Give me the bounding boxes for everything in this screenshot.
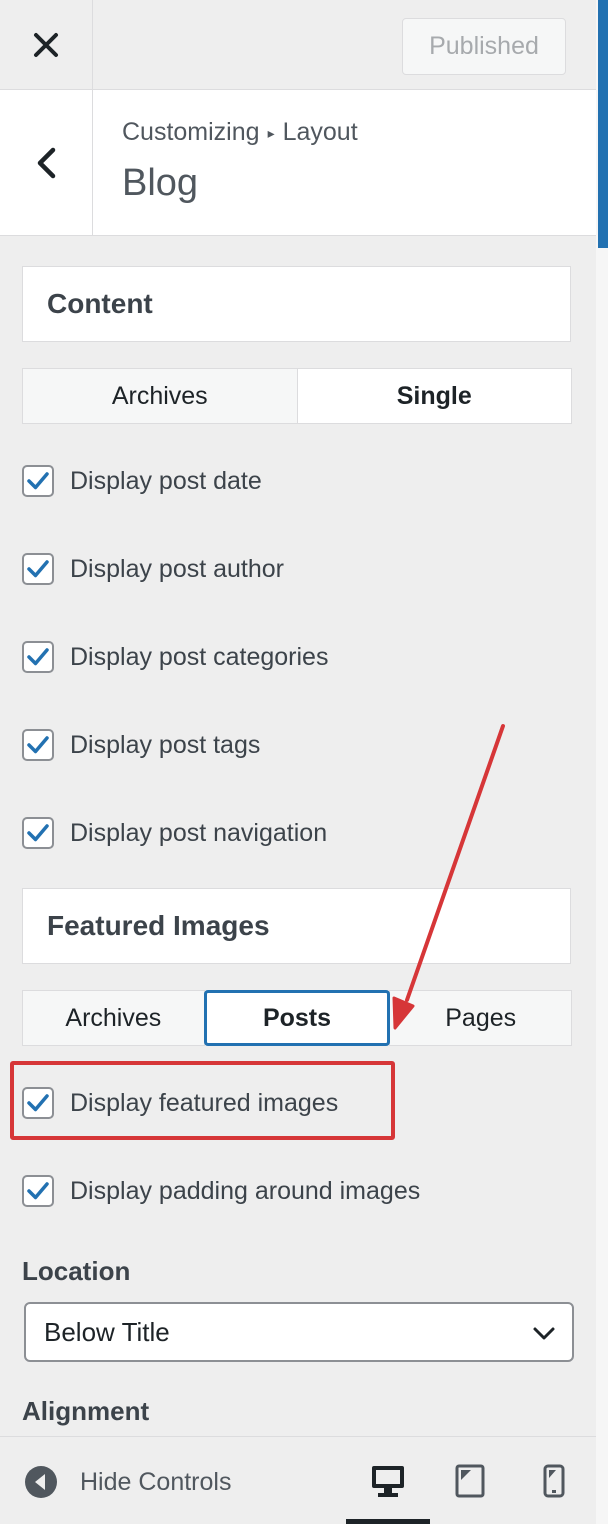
post-navigation-checkbox[interactable] [22,817,54,849]
checkbox-row-post-date[interactable]: Display post date [22,464,262,498]
checkbox-check-icon [27,824,49,842]
scrollbar-thumb[interactable] [598,0,608,248]
post-categories-checkbox[interactable] [22,641,54,673]
checkbox-check-icon [27,648,49,666]
location-select[interactable]: Below Title [24,1302,574,1362]
post-author-label: Display post author [70,554,285,583]
close-icon [34,33,58,57]
customizer-topbar: Published [0,0,596,90]
tab-content-archives[interactable]: Archives [22,368,298,424]
back-button[interactable] [0,90,93,235]
content-section-title: Content [22,266,571,342]
alignment-label: Alignment [22,1396,150,1426]
location-selected-value: Below Title [44,1316,170,1347]
chevron-down-icon [533,1327,555,1340]
hide-controls-label: Hide Controls [80,1467,232,1496]
post-tags-checkbox[interactable] [22,729,54,761]
checkbox-row-post-tags[interactable]: Display post tags [22,728,260,762]
checkbox-row-post-author[interactable]: Display post author [22,552,284,586]
breadcrumb-root: Customizing [122,118,260,146]
page-title: Blog [122,162,199,204]
breadcrumb: Customizing ▸ Layout [122,118,358,147]
breadcrumb-current: Layout [282,118,358,146]
annotation-highlight-box [10,1061,395,1140]
featured-images-tabs: Archives Posts Pages [22,990,573,1046]
desktop-icon [372,1466,404,1497]
published-button[interactable]: Published [402,18,566,75]
collapse-arrow-icon [25,1466,57,1498]
post-tags-label: Display post tags [70,730,261,759]
checkbox-row-image-padding[interactable]: Display padding around images [22,1174,420,1208]
mobile-icon [543,1464,565,1498]
image-padding-label: Display padding around images [70,1176,421,1205]
post-author-checkbox[interactable] [22,553,54,585]
post-date-checkbox[interactable] [22,465,54,497]
tab-content-single[interactable]: Single [296,368,572,424]
mobile-preview-button[interactable] [534,1461,574,1501]
section-header: Customizing ▸ Layout Blog [0,90,596,236]
tab-featured-archives[interactable]: Archives [22,990,205,1046]
active-device-indicator [346,1519,430,1524]
breadcrumb-separator: ▸ [267,124,275,141]
tablet-icon [455,1464,485,1498]
chevron-left-icon [37,147,56,178]
checkbox-row-post-navigation[interactable]: Display post navigation [22,816,327,850]
hide-controls-button[interactable]: Hide Controls [24,1465,231,1499]
checkbox-check-icon [27,1182,49,1200]
post-date-label: Display post date [70,466,262,495]
tab-featured-posts[interactable]: Posts [203,990,391,1046]
post-navigation-label: Display post navigation [70,818,328,847]
image-padding-checkbox[interactable] [22,1175,54,1207]
desktop-preview-button[interactable] [368,1461,408,1501]
checkbox-check-icon [27,736,49,754]
content-tabs: Archives Single [22,368,572,424]
checkbox-row-post-categories[interactable]: Display post categories [22,640,328,674]
checkbox-check-icon [27,472,49,490]
featured-images-section-title: Featured Images [22,888,571,964]
location-label: Location [22,1256,131,1286]
post-categories-label: Display post categories [70,642,329,671]
checkbox-check-icon [27,560,49,578]
customizer-panel: Published Customizing ▸ Layout Blog Conten… [0,0,596,1524]
tab-featured-pages[interactable]: Pages [389,990,573,1046]
customizer-footer: Hide Controls [0,1436,596,1524]
close-button[interactable] [0,0,93,90]
tablet-preview-button[interactable] [450,1461,490,1501]
